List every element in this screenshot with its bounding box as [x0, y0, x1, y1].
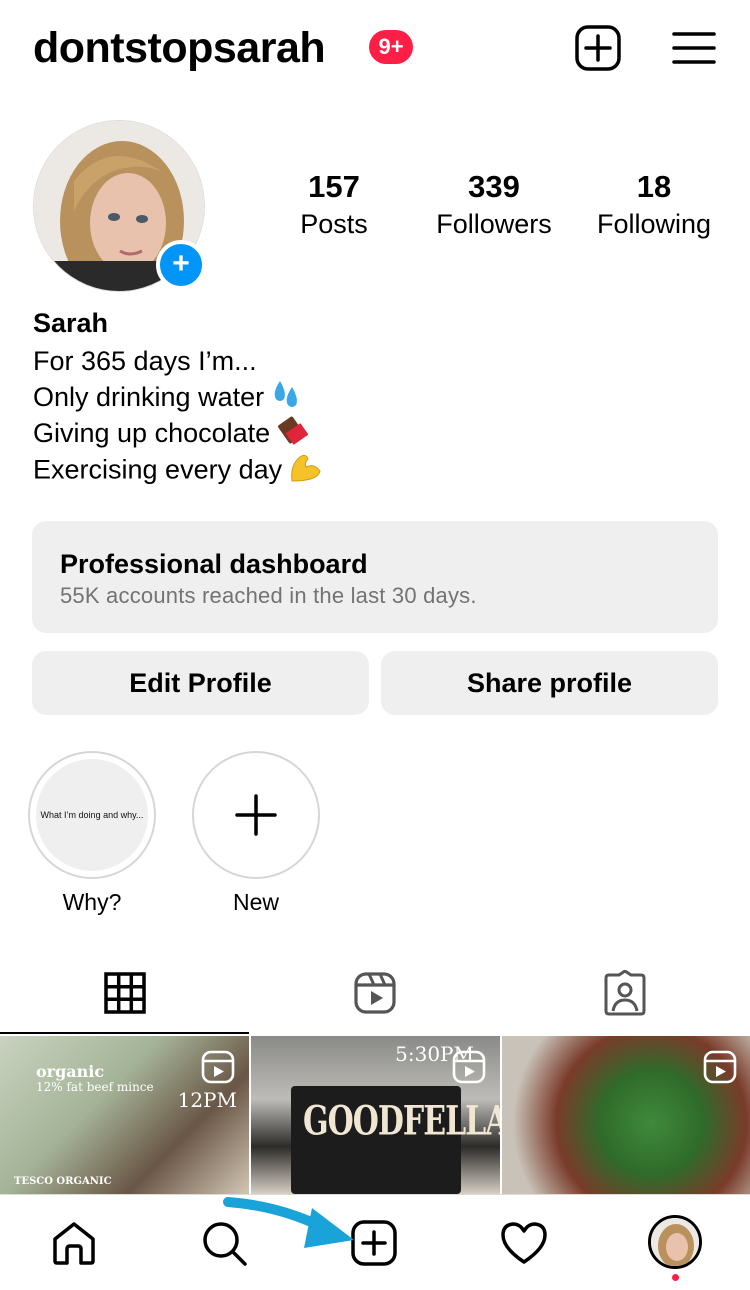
- highlight-why[interactable]: What I’m doing and why... Why?: [28, 751, 156, 917]
- reels-icon: [354, 972, 396, 1014]
- reel-icon: [452, 1050, 486, 1084]
- notification-badge[interactable]: 9+: [369, 30, 413, 64]
- nav-activity[interactable]: [498, 1217, 550, 1269]
- tab-tagged[interactable]: [500, 950, 750, 1036]
- profile-avatar-container[interactable]: +: [33, 120, 206, 292]
- bio-line: Giving up chocolate: [33, 415, 322, 451]
- chocolate-bar-emoji: [276, 415, 309, 454]
- highlight-cover[interactable]: What I’m doing and why...: [28, 751, 156, 879]
- heart-icon: [501, 1222, 547, 1264]
- sweat-droplets-emoji: [270, 379, 302, 418]
- highlight-label: Why?: [62, 889, 122, 915]
- highlight-new[interactable]: New: [192, 751, 320, 917]
- tab-reels[interactable]: [250, 950, 500, 1036]
- posts-stat[interactable]: 157 Posts: [259, 168, 409, 242]
- edit-profile-button[interactable]: Edit Profile: [32, 651, 369, 715]
- menu-button[interactable]: [670, 24, 718, 72]
- post-overlay-text: organic: [36, 1062, 105, 1081]
- post-thumbnail[interactable]: [502, 1036, 750, 1194]
- tab-grid[interactable]: [0, 950, 250, 1036]
- post-overlay-text: 12PM: [177, 1088, 237, 1112]
- profile-tabs: [0, 950, 750, 1036]
- followers-count: 339: [468, 169, 520, 204]
- bio-line: For 365 days I’m...: [33, 346, 257, 376]
- post-thumbnail[interactable]: organic 12% fat beef mince 12PM TESCO OR…: [0, 1036, 249, 1194]
- highlight-cover-text: What I’m doing and why...: [36, 759, 148, 871]
- new-post-button[interactable]: [574, 24, 622, 72]
- post-overlay-text: 12% fat beef mince: [36, 1080, 154, 1094]
- dashboard-title: Professional dashboard: [60, 549, 368, 579]
- following-stat[interactable]: 18 Following: [579, 168, 729, 242]
- dashboard-subtitle: 55K accounts reached in the last 30 days…: [60, 583, 477, 608]
- active-tab-indicator: [0, 1032, 249, 1034]
- reel-icon: [201, 1050, 235, 1084]
- reel-icon: [703, 1050, 737, 1084]
- post-overlay-text: TESCO ORGANIC: [14, 1176, 112, 1187]
- bio: For 365 days I’m... Only drinking water …: [33, 343, 322, 487]
- display-name: Sarah: [33, 308, 109, 338]
- post-thumbnail[interactable]: GOODFELLA'S 5:30PM: [251, 1036, 500, 1194]
- following-count: 18: [636, 169, 672, 204]
- profile-avatar-small: [648, 1215, 702, 1269]
- new-highlight-button[interactable]: [192, 751, 320, 879]
- posts-label: Posts: [300, 209, 368, 239]
- tagged-icon: [604, 970, 646, 1016]
- home-icon: [53, 1222, 95, 1265]
- add-story-button[interactable]: +: [156, 240, 206, 290]
- annotation-arrow-icon: [223, 1197, 354, 1248]
- username-title[interactable]: dontstopsarah: [33, 22, 326, 74]
- share-profile-button[interactable]: Share profile: [381, 651, 718, 715]
- professional-dashboard[interactable]: Professional dashboard 55K accounts reac…: [32, 521, 718, 633]
- plus-icon: [235, 794, 277, 836]
- plus-icon: +: [172, 247, 190, 280]
- bottom-navigation: [0, 1194, 750, 1290]
- plus-square-icon: [575, 25, 621, 71]
- hamburger-menu-icon: [672, 32, 716, 64]
- flexed-biceps-emoji: [288, 451, 322, 492]
- bio-line: Exercising every day: [33, 451, 322, 487]
- followers-stat[interactable]: 339 Followers: [419, 168, 569, 242]
- grid-icon: [104, 972, 146, 1014]
- nav-profile[interactable]: [648, 1215, 702, 1269]
- notification-dot: [672, 1274, 679, 1281]
- post-grid: organic 12% fat beef mince 12PM TESCO OR…: [0, 1036, 750, 1194]
- nav-home[interactable]: [48, 1217, 100, 1269]
- followers-label: Followers: [436, 209, 552, 239]
- posts-count: 157: [308, 169, 360, 204]
- highlight-label: New: [232, 889, 279, 915]
- bio-line: Only drinking water: [33, 379, 322, 415]
- following-label: Following: [596, 209, 712, 239]
- profile-header: dontstopsarah 9+: [0, 0, 750, 95]
- post-overlay-text: GOODFELLA'S: [303, 1098, 500, 1146]
